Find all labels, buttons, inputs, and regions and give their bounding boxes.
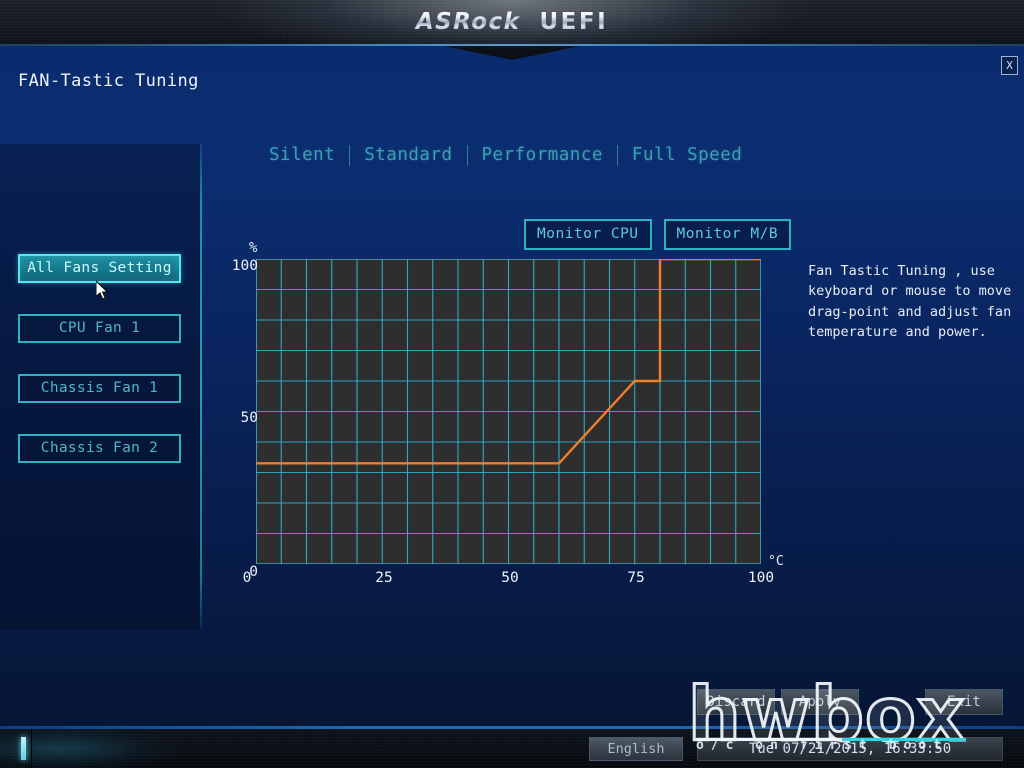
fan-curve-line[interactable] (256, 259, 761, 564)
status-bar-glow (0, 729, 260, 768)
x-axis-tick-50: 50 (501, 570, 519, 586)
sidebar-item-chassis-fan-2[interactable]: Chassis Fan 2 (18, 434, 181, 463)
discard-button[interactable]: Discard (697, 689, 775, 715)
x-axis-tick-0: 0 (242, 570, 252, 586)
datetime-display[interactable]: Tue 07/21/2015, 16:33:50 (697, 737, 1003, 761)
x-axis-tick-75: 75 (627, 570, 645, 586)
preset-tab-performance[interactable]: Performance (468, 145, 617, 165)
status-bar-caret-divider (31, 729, 32, 768)
x-axis-tick-100: 100 (747, 570, 775, 586)
y-axis-tick-100: 100 (231, 258, 258, 274)
y-axis-unit-label: % (249, 240, 258, 256)
title-bar-underline (0, 44, 1024, 46)
close-icon[interactable]: X (1001, 56, 1018, 75)
y-axis-tick-50: 50 (240, 410, 258, 426)
exit-button[interactable]: Exit (925, 689, 1003, 715)
sidebar-item-cpu-fan-1[interactable]: CPU Fan 1 (18, 314, 181, 343)
logo-brand-text: ASRock (415, 9, 521, 35)
preset-tab-silent[interactable]: Silent (255, 145, 349, 165)
x-axis-unit-label: °C (768, 554, 784, 569)
text-caret (21, 737, 26, 760)
x-axis-tick-25: 25 (375, 570, 393, 586)
sidebar-item-chassis-fan-1[interactable]: Chassis Fan 1 (18, 374, 181, 403)
sidebar-divider (200, 144, 202, 629)
monitor-button-group: Monitor CPU Monitor M/B (524, 219, 792, 250)
mouse-cursor-icon (96, 281, 109, 300)
asrock-uefi-logo: ASRock UEFI (0, 9, 1024, 35)
preset-tab-standard[interactable]: Standard (350, 145, 466, 165)
apply-button[interactable]: Apply (781, 689, 859, 715)
monitor-mb-button[interactable]: Monitor M/B (663, 219, 792, 250)
help-description-text: Fan Tastic Tuning , use keyboard or mous… (808, 263, 1012, 341)
monitor-cpu-button[interactable]: Monitor CPU (524, 219, 652, 250)
logo-product-text: UEFI (539, 9, 609, 35)
language-selector[interactable]: English (589, 737, 683, 761)
uefi-screen: ASRock UEFI FAN-Tastic Tuning X All Fans… (0, 0, 1024, 768)
page-title: FAN-Tastic Tuning (18, 71, 199, 91)
preset-tabs: Silent Standard Performance Full Speed (255, 140, 756, 170)
sidebar-item-all-fans-setting[interactable]: All Fans Setting (18, 254, 181, 283)
preset-tab-full-speed[interactable]: Full Speed (618, 145, 756, 165)
fan-curve-chart[interactable] (256, 259, 761, 564)
